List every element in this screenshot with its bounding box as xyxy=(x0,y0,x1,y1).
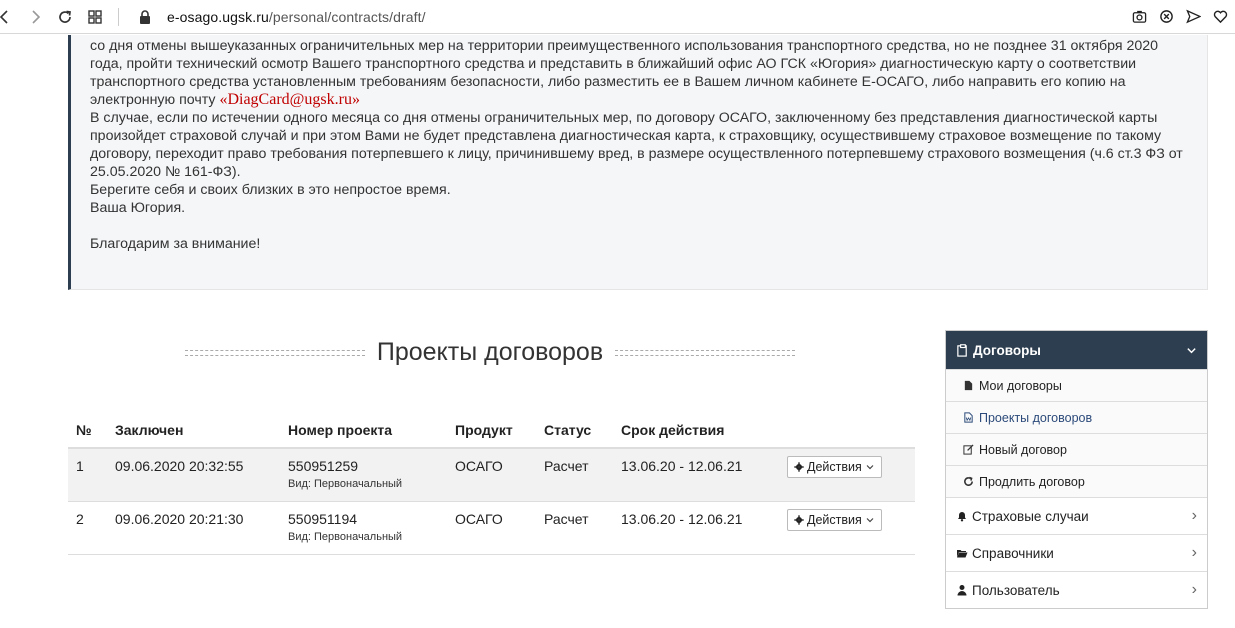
col-actions xyxy=(779,414,915,449)
title-divider-left xyxy=(184,349,365,356)
row-status: Расчет xyxy=(536,448,613,502)
row-date: 09.06.2020 20:21:30 xyxy=(107,501,280,555)
chevron-right-icon: › xyxy=(1191,581,1197,598)
sidebar-item-label: Страховые случаи xyxy=(972,508,1089,524)
word-file-icon xyxy=(964,412,973,423)
address-bar[interactable]: e-osago.ugsk.ru/personal/contracts/draft… xyxy=(167,9,426,25)
sidebar-sub-my-contracts[interactable]: Мои договоры xyxy=(946,369,1207,401)
notice-panel: со дня отмены вышеуказанных ограничитель… xyxy=(68,35,1208,290)
file-icon xyxy=(964,380,973,391)
project-kind: Вид: Первоначальный xyxy=(288,530,403,543)
notice-paragraph-5: Благодарим за внимание! xyxy=(90,236,261,252)
notice-paragraph-3: Берегите себя и своих близких в это непр… xyxy=(90,182,451,198)
heart-icon xyxy=(1213,10,1228,23)
row-product: ОСАГО xyxy=(447,501,536,555)
gear-icon xyxy=(794,462,804,472)
tabs-grid-button[interactable] xyxy=(80,2,110,32)
email-link[interactable]: «DiagCard@ugsk.ru» xyxy=(219,91,360,108)
row-term: 13.06.20 - 12.06.21 xyxy=(613,501,779,555)
table-row: 2 09.06.2020 20:21:30 550951194 Вид: Перв… xyxy=(68,501,915,555)
title-divider-right xyxy=(615,349,796,356)
sidebar-item-contracts[interactable]: Договоры xyxy=(946,331,1207,369)
sidebar-item-insurance-cases[interactable]: Страховые случаи › xyxy=(946,497,1207,534)
grid-icon xyxy=(88,9,102,24)
reload-button[interactable] xyxy=(50,2,80,32)
sidebar-sub-label: Мои договоры xyxy=(979,378,1062,393)
section-title: Проекты договоров xyxy=(180,338,800,367)
project-kind: Вид: Первоначальный xyxy=(288,478,403,490)
sidebar-sub-label: Продлить договор xyxy=(979,474,1085,489)
col-num: № xyxy=(68,414,107,449)
edit-icon xyxy=(963,444,974,455)
forward-button[interactable] xyxy=(20,2,50,32)
actions-label: Действия xyxy=(807,512,862,527)
sidebar-sub-draft-contracts[interactable]: Проекты договоров xyxy=(946,401,1207,433)
actions-dropdown-button[interactable]: Действия xyxy=(787,456,882,478)
sidebar-menu: Договоры Мои договоры Проекты договоров … xyxy=(945,330,1208,609)
sidebar-item-label: Пользователь xyxy=(972,582,1060,598)
back-button[interactable] xyxy=(0,2,20,32)
camera-icon xyxy=(1132,10,1147,23)
contracts-table: № Заключен Номер проекта Продукт Статус … xyxy=(68,414,915,555)
row-actions: Действия xyxy=(779,501,915,555)
col-term: Срок действия xyxy=(613,414,779,449)
notice-paragraph-2: В случае, если по истечении одного месяц… xyxy=(90,110,1183,180)
sidebar-item-directories[interactable]: Справочники › xyxy=(946,534,1207,571)
sidebar-item-user[interactable]: Пользователь › xyxy=(946,571,1207,608)
block-icon xyxy=(1160,9,1173,23)
col-status: Статус xyxy=(536,414,613,449)
sidebar-sub-label: Проекты договоров xyxy=(979,410,1093,425)
bell-icon xyxy=(958,512,966,522)
sidebar-sub-label: Новый договор xyxy=(979,442,1067,457)
table-header-row: № Заключен Номер проекта Продукт Статус … xyxy=(68,414,915,449)
adblock-button[interactable] xyxy=(1158,6,1175,26)
col-date: Заключен xyxy=(107,414,280,449)
sidebar-sub-renew-contract[interactable]: Продлить договор xyxy=(946,465,1207,497)
folder-open-icon xyxy=(957,550,968,558)
clipboard-icon xyxy=(957,343,967,357)
project-number: 550951259 xyxy=(288,458,359,474)
sidebar-item-label: Справочники xyxy=(972,545,1054,561)
chevron-down-icon xyxy=(1187,347,1196,353)
refresh-icon xyxy=(964,476,973,486)
favorite-button[interactable] xyxy=(1212,6,1229,26)
lock-icon[interactable] xyxy=(137,9,153,25)
row-product: ОСАГО xyxy=(447,448,536,502)
chevron-down-icon xyxy=(866,465,874,470)
row-status: Расчет xyxy=(536,501,613,555)
user-icon xyxy=(957,585,967,596)
row-project: 550951259 Вид: Первоначальный xyxy=(280,448,447,502)
actions-label: Действия xyxy=(807,460,862,474)
chevron-down-icon xyxy=(866,517,874,522)
notice-paragraph-4: Ваша Югория. xyxy=(90,200,186,216)
actions-dropdown-button[interactable]: Действия xyxy=(787,508,882,531)
row-project: 550951194 Вид: Первоначальный xyxy=(280,501,447,555)
row-date: 09.06.2020 20:32:55 xyxy=(107,448,280,502)
sidebar-header-label: Договоры xyxy=(973,342,1041,358)
browser-toolbar: e-osago.ugsk.ru/personal/contracts/draft… xyxy=(0,0,1235,34)
page-title: Проекты договоров xyxy=(376,338,604,366)
col-project: Номер проекта xyxy=(280,414,447,449)
row-num: 1 xyxy=(68,448,107,502)
chevron-right-icon xyxy=(32,9,41,24)
reload-icon xyxy=(59,10,71,23)
url-domain: e-osago.ugsk.ru xyxy=(167,8,269,25)
table-row: 1 09.06.2020 20:32:55 550951259 Вид: Перв… xyxy=(68,448,915,502)
row-actions: Действия xyxy=(779,448,915,502)
send-button[interactable] xyxy=(1185,6,1202,26)
row-num: 2 xyxy=(68,501,107,555)
row-term: 13.06.20 - 12.06.21 xyxy=(613,448,779,502)
chevron-right-icon: › xyxy=(1191,507,1197,524)
col-product: Продукт xyxy=(447,414,536,449)
chevron-left-icon xyxy=(0,9,8,24)
sidebar-sub-new-contract[interactable]: Новый договор xyxy=(946,433,1207,465)
notice-paragraph-1: со дня отмены вышеуказанных ограничитель… xyxy=(90,37,1187,109)
send-icon xyxy=(1186,9,1201,23)
project-number: 550951194 xyxy=(288,510,358,527)
chevron-right-icon: › xyxy=(1191,544,1197,561)
url-path: /personal/contracts/draft/ xyxy=(268,8,426,25)
toolbar-divider xyxy=(118,7,119,26)
gear-icon xyxy=(794,514,804,525)
screenshot-button[interactable] xyxy=(1131,6,1148,26)
